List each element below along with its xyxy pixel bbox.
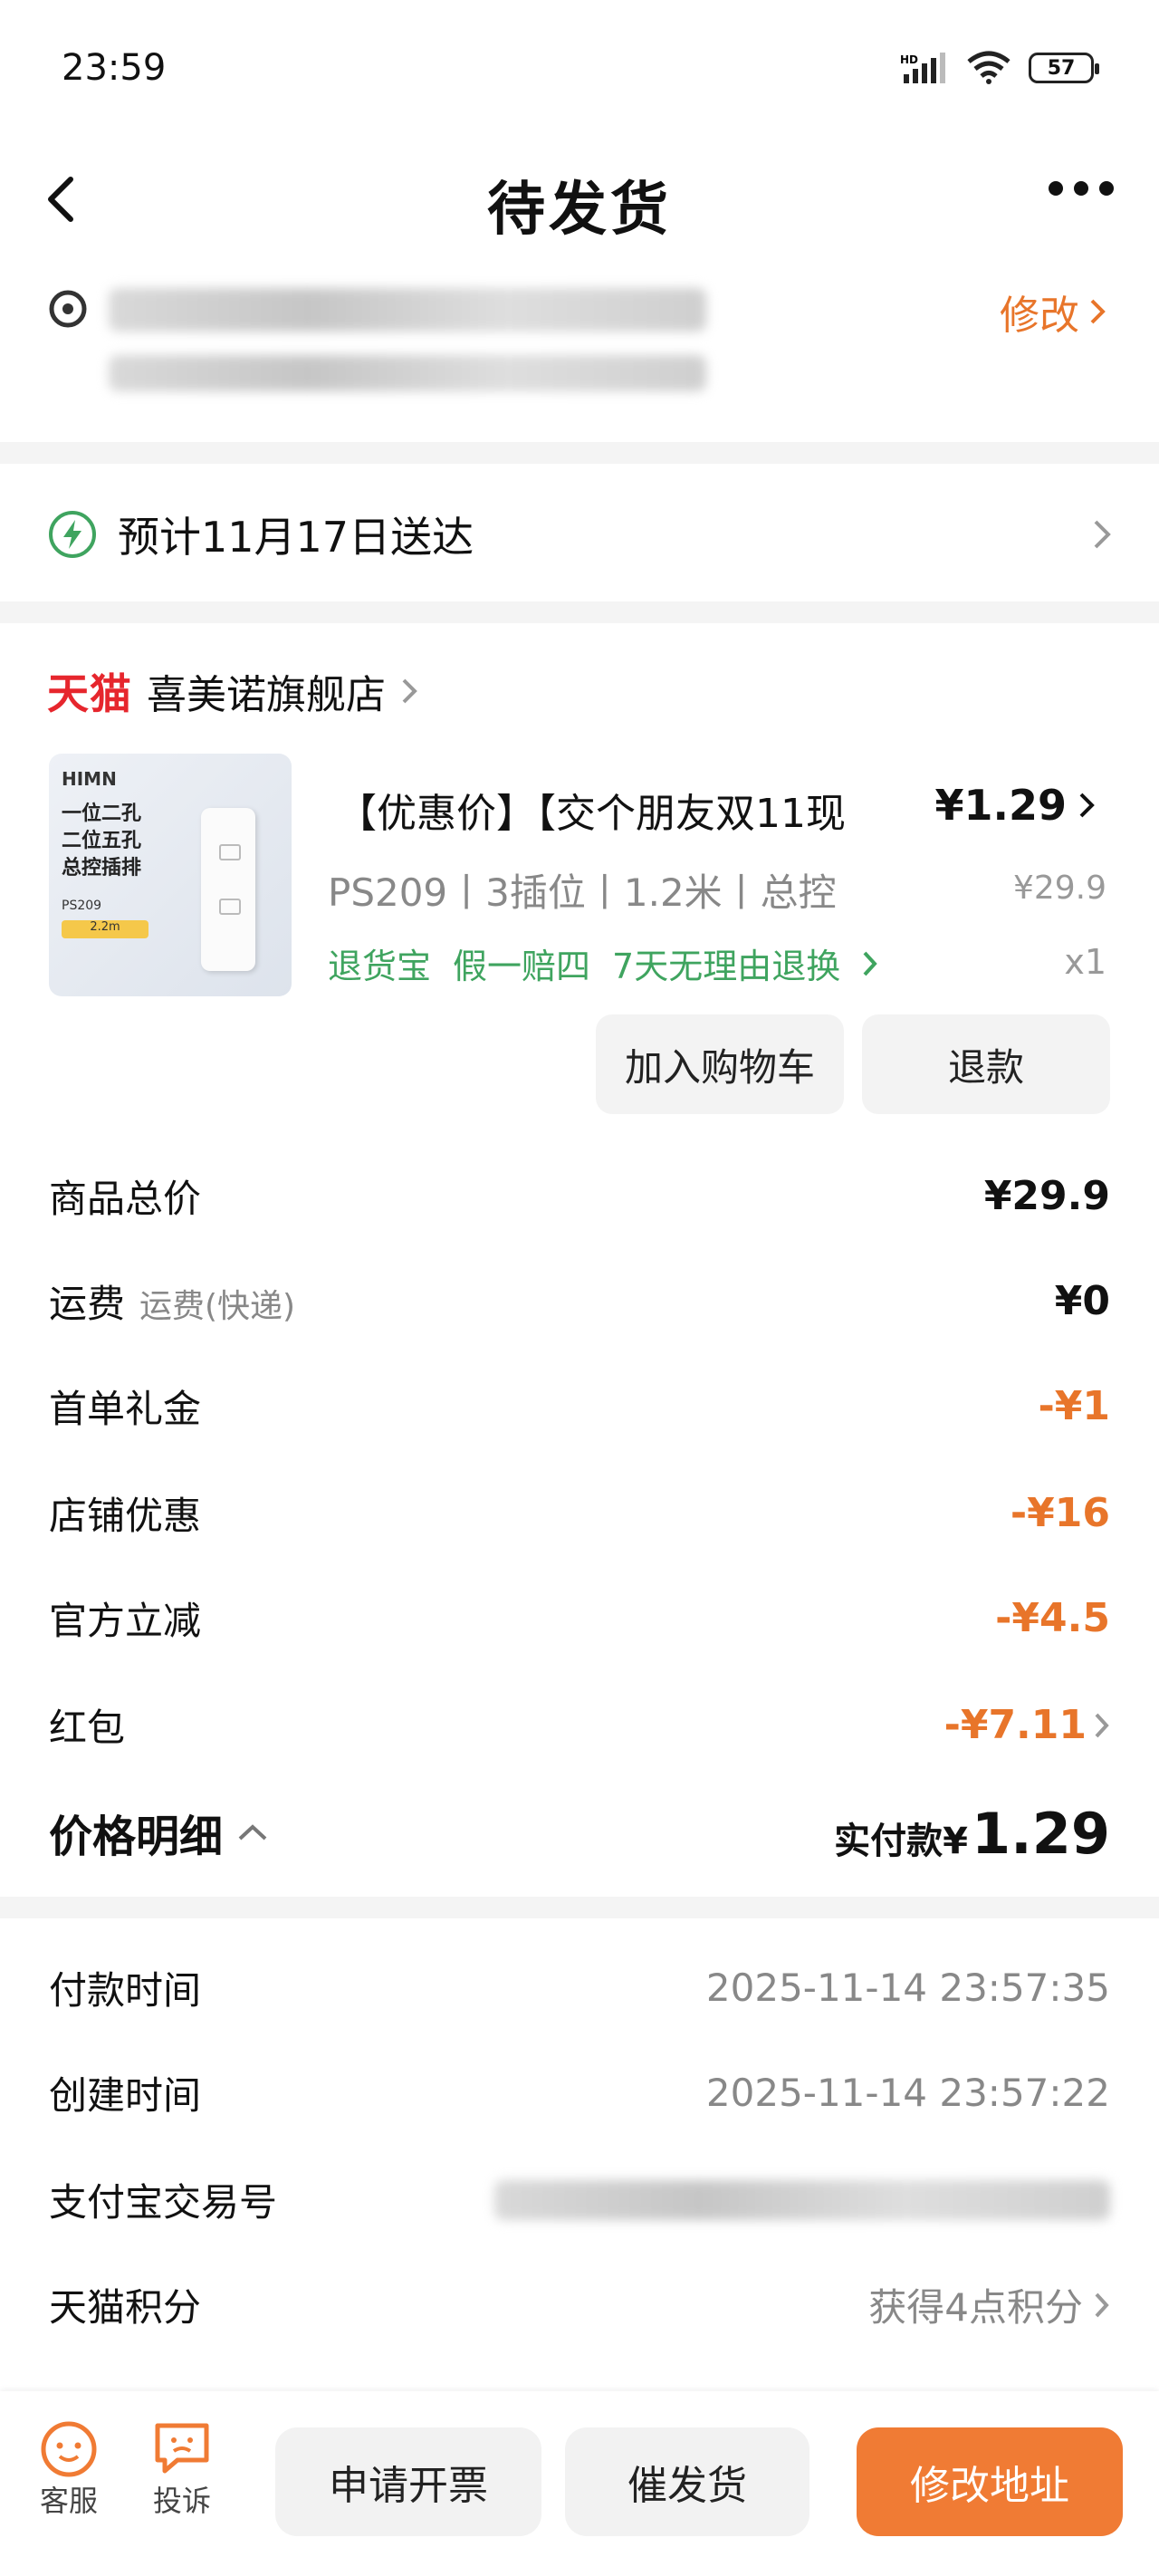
product-price[interactable]: ¥1.29 xyxy=(934,781,1096,830)
product-quantity: x1 xyxy=(1064,942,1106,982)
product-original-price: ¥29.9 xyxy=(1012,870,1106,907)
price-row-label: 官方立减 xyxy=(49,1599,202,1643)
product-services[interactable]: 退货宝 假一赔四 7天无理由退换 xyxy=(328,938,878,988)
paid-label: 实付款¥ xyxy=(834,1821,969,1862)
section-divider xyxy=(0,442,1159,464)
price-row-value: -¥16 xyxy=(1010,1490,1110,1536)
info-row-value: 获得4点积分 xyxy=(868,2285,1083,2330)
delivery-estimate-row[interactable]: 预计11月17日送达 xyxy=(0,471,1159,598)
product-price-value: ¥1.29 xyxy=(934,781,1067,830)
info-row-tmall-points[interactable]: 天猫积分 获得4点积分 xyxy=(49,2277,1110,2332)
info-row-value: 2025-11-14 23:57:22 xyxy=(705,2071,1110,2115)
price-row-label: 商品总价 xyxy=(49,1177,202,1221)
power-strip-graphic xyxy=(201,808,255,971)
tmall-logo: 天猫 xyxy=(47,669,132,718)
info-row-payment-time: 付款时间 2025-11-14 23:57:35 xyxy=(49,1960,1110,2015)
section-divider xyxy=(0,1897,1159,1918)
chevron-right-icon xyxy=(1079,793,1095,818)
status-icons: HD 57 xyxy=(900,51,1099,85)
price-row-store-discount: 店铺优惠 -¥16 xyxy=(49,1485,1110,1541)
trade-number-blurred xyxy=(494,2179,1110,2220)
info-row-label: 付款时间 xyxy=(49,1968,202,2013)
price-detail-row: 价格明细 实付款¥ 1.29 xyxy=(49,1801,1110,1867)
chevron-right-icon xyxy=(1094,520,1111,549)
complaint-label: 投诉 xyxy=(152,2484,211,2518)
price-row-value: ¥0 xyxy=(1054,1278,1110,1324)
chevron-up-icon xyxy=(238,1824,267,1841)
paid-amount-value: 1.29 xyxy=(972,1801,1110,1867)
price-row-first-order-gift: 首单礼金 -¥1 xyxy=(49,1379,1110,1434)
price-row-label: 运费 xyxy=(49,1282,126,1326)
wifi-icon xyxy=(967,51,1011,84)
status-time: 23:59 xyxy=(62,47,167,89)
edit-address-label: 修改 xyxy=(1000,293,1079,339)
price-row-value: -¥1 xyxy=(1038,1383,1111,1429)
price-row-label: 首单礼金 xyxy=(49,1387,202,1431)
chevron-right-icon xyxy=(402,678,417,704)
urge-shipping-button[interactable]: 催发货 xyxy=(565,2427,809,2536)
info-row-alipay-trade-no[interactable]: 支付宝交易号 xyxy=(49,2172,1110,2227)
service-tag: 7天无理由退换 xyxy=(612,947,841,986)
price-detail-title: 价格明细 xyxy=(49,1812,224,1862)
lightning-icon xyxy=(49,511,96,558)
address-line-blurred xyxy=(109,288,706,332)
recipient-line-blurred xyxy=(109,355,706,391)
battery-indicator: 57 xyxy=(1029,53,1099,83)
paid-amount: 实付款¥ 1.29 xyxy=(834,1801,1110,1867)
store-link[interactable]: 天猫 喜美诺旗舰店 xyxy=(47,661,418,721)
product-image-badge: 2.2m xyxy=(62,920,148,938)
complaint-icon xyxy=(155,2423,209,2474)
refund-button[interactable]: 退款 xyxy=(862,1014,1110,1114)
service-tag: 假一赔四 xyxy=(453,947,591,986)
service-tag: 退货宝 xyxy=(328,947,432,986)
store-name: 喜美诺旗舰店 xyxy=(147,672,386,718)
complaint-button[interactable]: 投诉 xyxy=(150,2418,214,2520)
price-row-value: -¥7.11 xyxy=(943,1702,1087,1748)
info-row-label: 天猫积分 xyxy=(49,2285,202,2330)
price-row-shipping: 运费 运费(快递) ¥0 xyxy=(49,1274,1110,1329)
price-row-label: 店铺优惠 xyxy=(49,1494,202,1538)
customer-service-icon xyxy=(41,2421,97,2477)
price-row-official-discount: 官方立减 -¥4.5 xyxy=(49,1591,1110,1646)
chevron-right-icon xyxy=(1095,1713,1109,1737)
product-image-brand: HIMN xyxy=(62,768,117,790)
product-image[interactable]: HIMN 一位二孔 二位五孔 总控插排 PS209 2.2m xyxy=(49,754,292,996)
product-spec: PS209丨3插位丨1.2米丨总控 xyxy=(328,870,837,915)
apply-invoice-button[interactable]: 申请开票 xyxy=(275,2427,541,2536)
info-row-value: 2025-11-14 23:57:35 xyxy=(705,1966,1110,2010)
change-address-button[interactable]: 修改地址 xyxy=(857,2427,1123,2536)
customer-service-label: 客服 xyxy=(39,2484,98,2518)
product-image-model: PS209 xyxy=(62,899,102,913)
more-options-icon[interactable] xyxy=(1049,181,1114,196)
signal-icon: HD xyxy=(900,53,945,83)
customer-service-button[interactable]: 客服 xyxy=(36,2418,101,2520)
bottom-action-bar: 客服 投诉 申请开票 催发货 修改地址 xyxy=(0,2391,1159,2576)
edit-address-link[interactable]: 修改 xyxy=(1000,283,1106,341)
svg-text:HD: HD xyxy=(900,53,918,66)
price-row-total: 商品总价 ¥29.9 xyxy=(49,1168,1110,1224)
info-row-label: 创建时间 xyxy=(49,2073,202,2118)
section-divider xyxy=(0,601,1159,623)
chevron-right-icon xyxy=(863,951,877,976)
price-row-sublabel: 运费(快递) xyxy=(139,1288,296,1325)
price-detail-toggle[interactable]: 价格明细 xyxy=(49,1801,268,1864)
price-row-red-packet[interactable]: 红包 -¥7.11 xyxy=(49,1697,1110,1753)
price-row-value: -¥4.5 xyxy=(995,1595,1110,1641)
price-row-label: 红包 xyxy=(49,1706,126,1750)
info-row-label: 支付宝交易号 xyxy=(49,2180,278,2225)
price-row-value: ¥29.9 xyxy=(983,1173,1110,1219)
page-title: 待发货 xyxy=(487,177,672,244)
product-image-text: 一位二孔 二位五孔 总控插排 xyxy=(62,803,142,879)
info-row-created-time: 创建时间 2025-11-14 23:57:22 xyxy=(49,2065,1110,2120)
chevron-right-icon xyxy=(1090,299,1106,324)
chevron-right-icon xyxy=(1095,2292,1109,2317)
add-to-cart-button[interactable]: 加入购物车 xyxy=(596,1014,844,1114)
location-icon xyxy=(49,290,87,328)
product-title[interactable]: 【优惠价】【交个朋友双11现 xyxy=(337,781,846,839)
delivery-estimate-text: 预计11月17日送达 xyxy=(118,513,474,562)
